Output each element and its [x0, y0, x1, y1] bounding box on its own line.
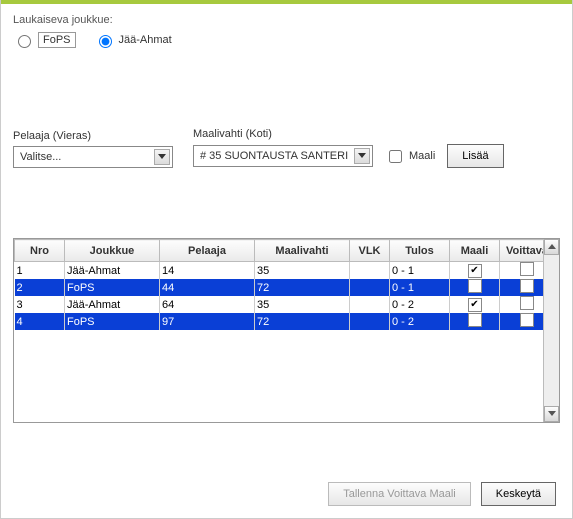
table-cell: 44	[160, 279, 255, 296]
goal-checkbox[interactable]	[389, 150, 402, 163]
team-radio-jaa-label: Jää-Ahmat	[119, 34, 172, 46]
table-cell: 2	[15, 279, 65, 296]
col-vlk[interactable]: VLK	[350, 240, 390, 262]
table-cell: Jää-Ahmat	[65, 262, 160, 280]
scroll-down-icon[interactable]	[544, 406, 559, 422]
table-cell	[500, 279, 544, 296]
team-option-jaa[interactable]: Jää-Ahmat	[94, 32, 172, 48]
table-cell: 4	[15, 313, 65, 330]
table-cell: 0 - 1	[390, 279, 450, 296]
row-checkbox[interactable]: ✔	[468, 264, 482, 278]
col-pelaaja[interactable]: Pelaaja	[160, 240, 255, 262]
table-header-row: Nro Joukkue Pelaaja Maalivahti VLK Tulos…	[15, 240, 544, 262]
goal-checkbox-wrap[interactable]: Maali	[385, 147, 435, 166]
table-cell: FoPS	[65, 279, 160, 296]
col-maali[interactable]: Maali	[450, 240, 500, 262]
player-select[interactable]: Valitse...	[13, 146, 173, 168]
table-cell: ✔	[450, 262, 500, 280]
table-cell: 72	[255, 313, 350, 330]
table-row[interactable]: 1Jää-Ahmat1435 0 - 1 ✔	[15, 262, 544, 280]
table-cell	[450, 313, 500, 330]
row-checkbox[interactable]	[468, 279, 482, 293]
player-away-label: Pelaaja (Vieras)	[13, 130, 173, 142]
chevron-down-icon	[154, 149, 170, 165]
team-radio-fops-label: FoPS	[38, 32, 76, 48]
table-cell	[500, 262, 544, 280]
table-cell: 0 - 2	[390, 296, 450, 313]
table-cell: 1	[15, 262, 65, 280]
shots-table-shell: Nro Joukkue Pelaaja Maalivahti VLK Tulos…	[13, 238, 560, 423]
add-button[interactable]: Lisää	[447, 144, 503, 168]
abort-button[interactable]: Keskeytä	[481, 482, 556, 506]
table-cell: 0 - 1	[390, 262, 450, 280]
table-cell: 64	[160, 296, 255, 313]
table-row[interactable]: 4FoPS9772 0 - 2	[15, 313, 544, 330]
row-checkbox[interactable]	[520, 296, 534, 310]
table-row[interactable]: 2FoPS4472 0 - 1	[15, 279, 544, 296]
table-cell	[350, 313, 390, 330]
row-checkbox[interactable]: ✔	[468, 298, 482, 312]
chevron-down-icon	[354, 148, 370, 164]
shots-table: Nro Joukkue Pelaaja Maalivahti VLK Tulos…	[14, 239, 543, 330]
col-nro[interactable]: Nro	[15, 240, 65, 262]
row-checkbox[interactable]	[468, 313, 482, 327]
table-cell: ✔	[450, 296, 500, 313]
table-cell: Jää-Ahmat	[65, 296, 160, 313]
table-cell: 35	[255, 262, 350, 280]
table-cell: 35	[255, 296, 350, 313]
table-cell: 0 - 2	[390, 313, 450, 330]
goalie-select[interactable]: # 35 SUONTAUSTA SANTERI	[193, 145, 373, 167]
table-scrollbar[interactable]	[543, 239, 559, 422]
col-voittava[interactable]: Voittava	[500, 240, 544, 262]
table-cell: 14	[160, 262, 255, 280]
save-winning-goal-button: Tallenna Voittava Maali	[328, 482, 471, 506]
col-joukkue[interactable]: Joukkue	[65, 240, 160, 262]
table-cell: 97	[160, 313, 255, 330]
table-cell: 3	[15, 296, 65, 313]
col-tulos[interactable]: Tulos	[390, 240, 450, 262]
table-cell	[500, 296, 544, 313]
row-checkbox[interactable]	[520, 279, 534, 293]
table-cell: 72	[255, 279, 350, 296]
col-maalivahti[interactable]: Maalivahti	[255, 240, 350, 262]
table-cell: FoPS	[65, 313, 160, 330]
table-cell	[350, 262, 390, 280]
goal-checkbox-label: Maali	[409, 150, 435, 162]
table-cell	[350, 279, 390, 296]
goalie-select-value: # 35 SUONTAUSTA SANTERI	[200, 150, 348, 162]
row-checkbox[interactable]	[520, 313, 534, 327]
scroll-up-icon[interactable]	[544, 239, 559, 255]
table-row[interactable]: 3Jää-Ahmat6435 0 - 2 ✔	[15, 296, 544, 313]
shooting-team-label: Laukaiseva joukkue:	[13, 14, 560, 26]
goalie-home-label: Maalivahti (Koti)	[193, 128, 504, 140]
player-select-value: Valitse...	[20, 151, 61, 163]
team-option-fops[interactable]: FoPS	[13, 32, 76, 48]
table-cell	[350, 296, 390, 313]
team-radio-group: FoPS Jää-Ahmat	[13, 32, 560, 48]
team-radio-fops[interactable]	[18, 35, 31, 48]
team-radio-jaa[interactable]	[99, 35, 112, 48]
table-cell	[500, 313, 544, 330]
table-cell	[450, 279, 500, 296]
row-checkbox[interactable]	[520, 262, 534, 276]
